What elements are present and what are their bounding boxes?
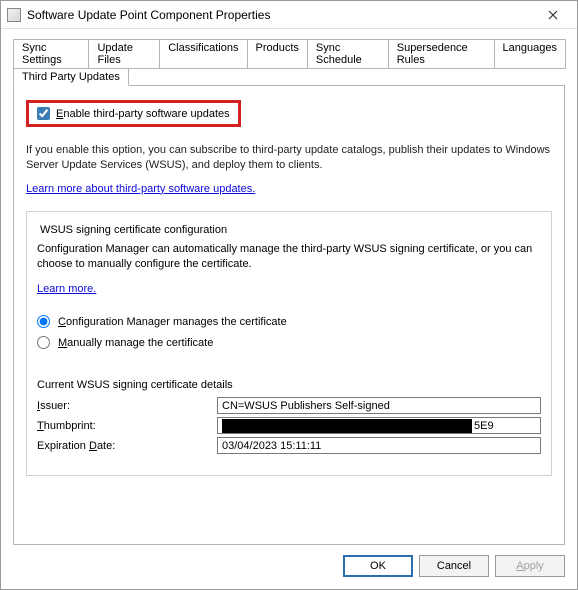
dialog-button-row: OK Cancel Apply bbox=[1, 545, 577, 589]
thumbprint-redacted bbox=[222, 419, 472, 433]
cert-details-title: Current WSUS signing certificate details bbox=[37, 379, 541, 391]
dialog-window: Software Update Point Component Properti… bbox=[0, 0, 578, 590]
radio-row-auto: Configuration Manager manages the certif… bbox=[37, 315, 541, 328]
radio-manual-label: Manually manage the certificate bbox=[58, 337, 213, 349]
cert-row-thumbprint: Thumbprint: 5E9 bbox=[37, 417, 541, 434]
tabs-row-2: Third Party Updates bbox=[13, 68, 565, 86]
radio-auto-manage[interactable] bbox=[37, 315, 50, 328]
radio-row-manual: Manually manage the certificate bbox=[37, 336, 541, 349]
cert-details-block: Current WSUS signing certificate details… bbox=[37, 379, 541, 454]
tab-classifications[interactable]: Classifications bbox=[159, 39, 247, 69]
learn-more-link[interactable]: Learn more about third-party software up… bbox=[26, 183, 255, 195]
apply-button[interactable]: Apply bbox=[495, 555, 565, 577]
tabs-row-1: Sync Settings Update Files Classificatio… bbox=[13, 39, 565, 69]
tab-sync-settings[interactable]: Sync Settings bbox=[13, 39, 89, 69]
group-description: Configuration Manager can automatically … bbox=[37, 242, 541, 272]
group-learn-more-link[interactable]: Learn more. bbox=[37, 283, 96, 295]
cert-row-expiration: Expiration Date: 03/04/2023 15:11:11 bbox=[37, 437, 541, 454]
tab-update-files[interactable]: Update Files bbox=[88, 39, 160, 69]
enable-checkbox-highlight: Enable third-party software updates bbox=[26, 100, 241, 127]
issuer-field[interactable]: CN=WSUS Publishers Self-signed bbox=[217, 397, 541, 414]
tab-sync-schedule[interactable]: Sync Schedule bbox=[307, 39, 389, 69]
cert-row-issuer: Issuer: CN=WSUS Publishers Self-signed bbox=[37, 397, 541, 414]
group-title: WSUS signing certificate configuration bbox=[37, 224, 230, 236]
thumbprint-label: Thumbprint: bbox=[37, 420, 217, 432]
content-area: Sync Settings Update Files Classificatio… bbox=[1, 29, 577, 545]
wsus-cert-group: WSUS signing certificate configuration C… bbox=[26, 211, 552, 477]
app-icon bbox=[7, 8, 21, 22]
expiration-field[interactable]: 03/04/2023 15:11:11 bbox=[217, 437, 541, 454]
thumbprint-field[interactable]: 5E9 bbox=[217, 417, 541, 434]
tab-supersedence-rules[interactable]: Supersedence Rules bbox=[388, 39, 495, 69]
radio-auto-label: Configuration Manager manages the certif… bbox=[58, 316, 287, 328]
expiration-label: Expiration Date: bbox=[37, 440, 217, 452]
enable-description: If you enable this option, you can subsc… bbox=[26, 143, 552, 173]
window-title: Software Update Point Component Properti… bbox=[27, 8, 535, 22]
titlebar: Software Update Point Component Properti… bbox=[1, 1, 577, 29]
ok-button[interactable]: OK bbox=[343, 555, 413, 577]
cancel-button[interactable]: Cancel bbox=[419, 555, 489, 577]
radio-manual-manage[interactable] bbox=[37, 336, 50, 349]
tab-products[interactable]: Products bbox=[247, 39, 308, 69]
enable-third-party-label: Enable third-party software updates bbox=[56, 108, 230, 120]
close-icon bbox=[548, 10, 558, 20]
tab-panel: Enable third-party software updates If y… bbox=[13, 85, 565, 545]
close-button[interactable] bbox=[535, 4, 571, 26]
issuer-label: Issuer: bbox=[37, 400, 217, 412]
tab-third-party-updates[interactable]: Third Party Updates bbox=[13, 68, 129, 86]
tab-languages[interactable]: Languages bbox=[494, 39, 566, 69]
enable-third-party-checkbox[interactable] bbox=[37, 107, 50, 120]
